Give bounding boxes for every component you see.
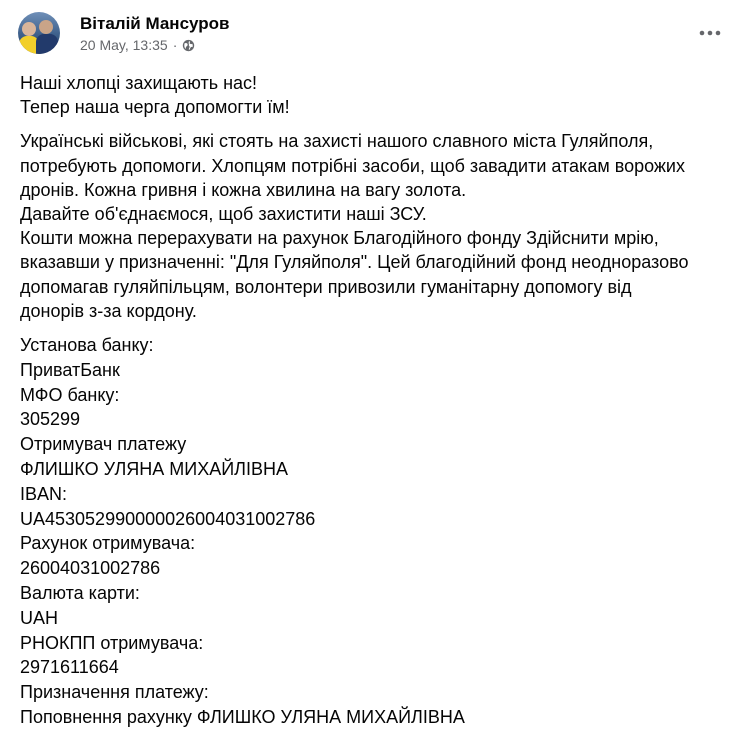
more-options-icon bbox=[699, 23, 721, 41]
bank-value: Поповнення рахунку ФЛИШКО УЛЯНА МИХАЙЛІВ… bbox=[20, 706, 465, 727]
text-line: Українські військові, які стоять на захи… bbox=[20, 131, 654, 152]
post-meta: 20 May, 13:35 · bbox=[80, 37, 229, 54]
post-text: Наші хлопці захищають нас! Тепер наша че… bbox=[20, 71, 720, 730]
bank-value: ФЛИШКО УЛЯНА МИХАЙЛІВНА bbox=[20, 459, 288, 480]
text-line: вказавши у призначенні: "Для Гуляйполя".… bbox=[20, 252, 689, 273]
text-line: потребують допомоги. Хлопцям потрібні за… bbox=[20, 155, 685, 176]
more-options-button[interactable] bbox=[692, 14, 728, 50]
bank-value: 305299 bbox=[20, 409, 81, 430]
post-paragraph-2: Українські військові, які стоять на захи… bbox=[20, 129, 720, 323]
text-line: дронів. Кожна гривня і кожна хвилина на … bbox=[20, 179, 467, 200]
bank-value: ПриватБанк bbox=[20, 359, 120, 380]
post-header: Віталій Мансуров 20 May, 13:35 · bbox=[18, 10, 728, 56]
bank-value: UA453052990000026004031002786 bbox=[20, 508, 316, 529]
facebook-post: Віталій Мансуров 20 May, 13:35 · Наші хл… bbox=[0, 0, 746, 739]
bank-label: Отримувач платежу bbox=[20, 434, 187, 455]
bank-value: 2971611664 bbox=[20, 657, 119, 678]
post-timestamp[interactable]: 20 May, 13:35 bbox=[80, 37, 168, 54]
bank-value: 26004031002786 bbox=[20, 558, 161, 579]
bank-label: Призначення платежу: bbox=[20, 682, 209, 703]
meta-separator: · bbox=[172, 36, 178, 53]
text-line: допомагав гуляйпільцям, волонтери привоз… bbox=[20, 276, 632, 297]
text-line: Давайте об'єднаємося, щоб захистити наші… bbox=[20, 204, 427, 225]
bank-value: UAH bbox=[20, 607, 59, 628]
bank-label: Рахунок отримувача: bbox=[20, 533, 196, 554]
bank-label: IBAN: bbox=[20, 483, 68, 504]
author-block: Віталій Мансуров 20 May, 13:35 · bbox=[80, 13, 229, 54]
post-paragraph-1: Наші хлопці захищають нас! Тепер наша че… bbox=[20, 71, 720, 119]
text-line: донорів з-за кордону. bbox=[20, 300, 197, 321]
bank-label: МФО банку: bbox=[20, 384, 120, 405]
bank-label: РНОКПП отримувача: bbox=[20, 632, 204, 653]
author-avatar[interactable] bbox=[18, 12, 60, 54]
text-line: Тепер наша черга допомогти їм! bbox=[20, 97, 290, 118]
author-name[interactable]: Віталій Мансуров bbox=[80, 13, 229, 34]
bank-label: Валюта карти: bbox=[20, 583, 140, 603]
globe-icon[interactable] bbox=[182, 39, 195, 52]
text-line: Кошти можна перерахувати на рахунок Благ… bbox=[20, 228, 659, 249]
text-line: Наші хлопці захищають нас! bbox=[20, 73, 258, 93]
bank-label: Установа банку: bbox=[20, 335, 154, 356]
bank-details: Установа банку: ПриватБанк МФО банку: 30… bbox=[20, 333, 720, 730]
